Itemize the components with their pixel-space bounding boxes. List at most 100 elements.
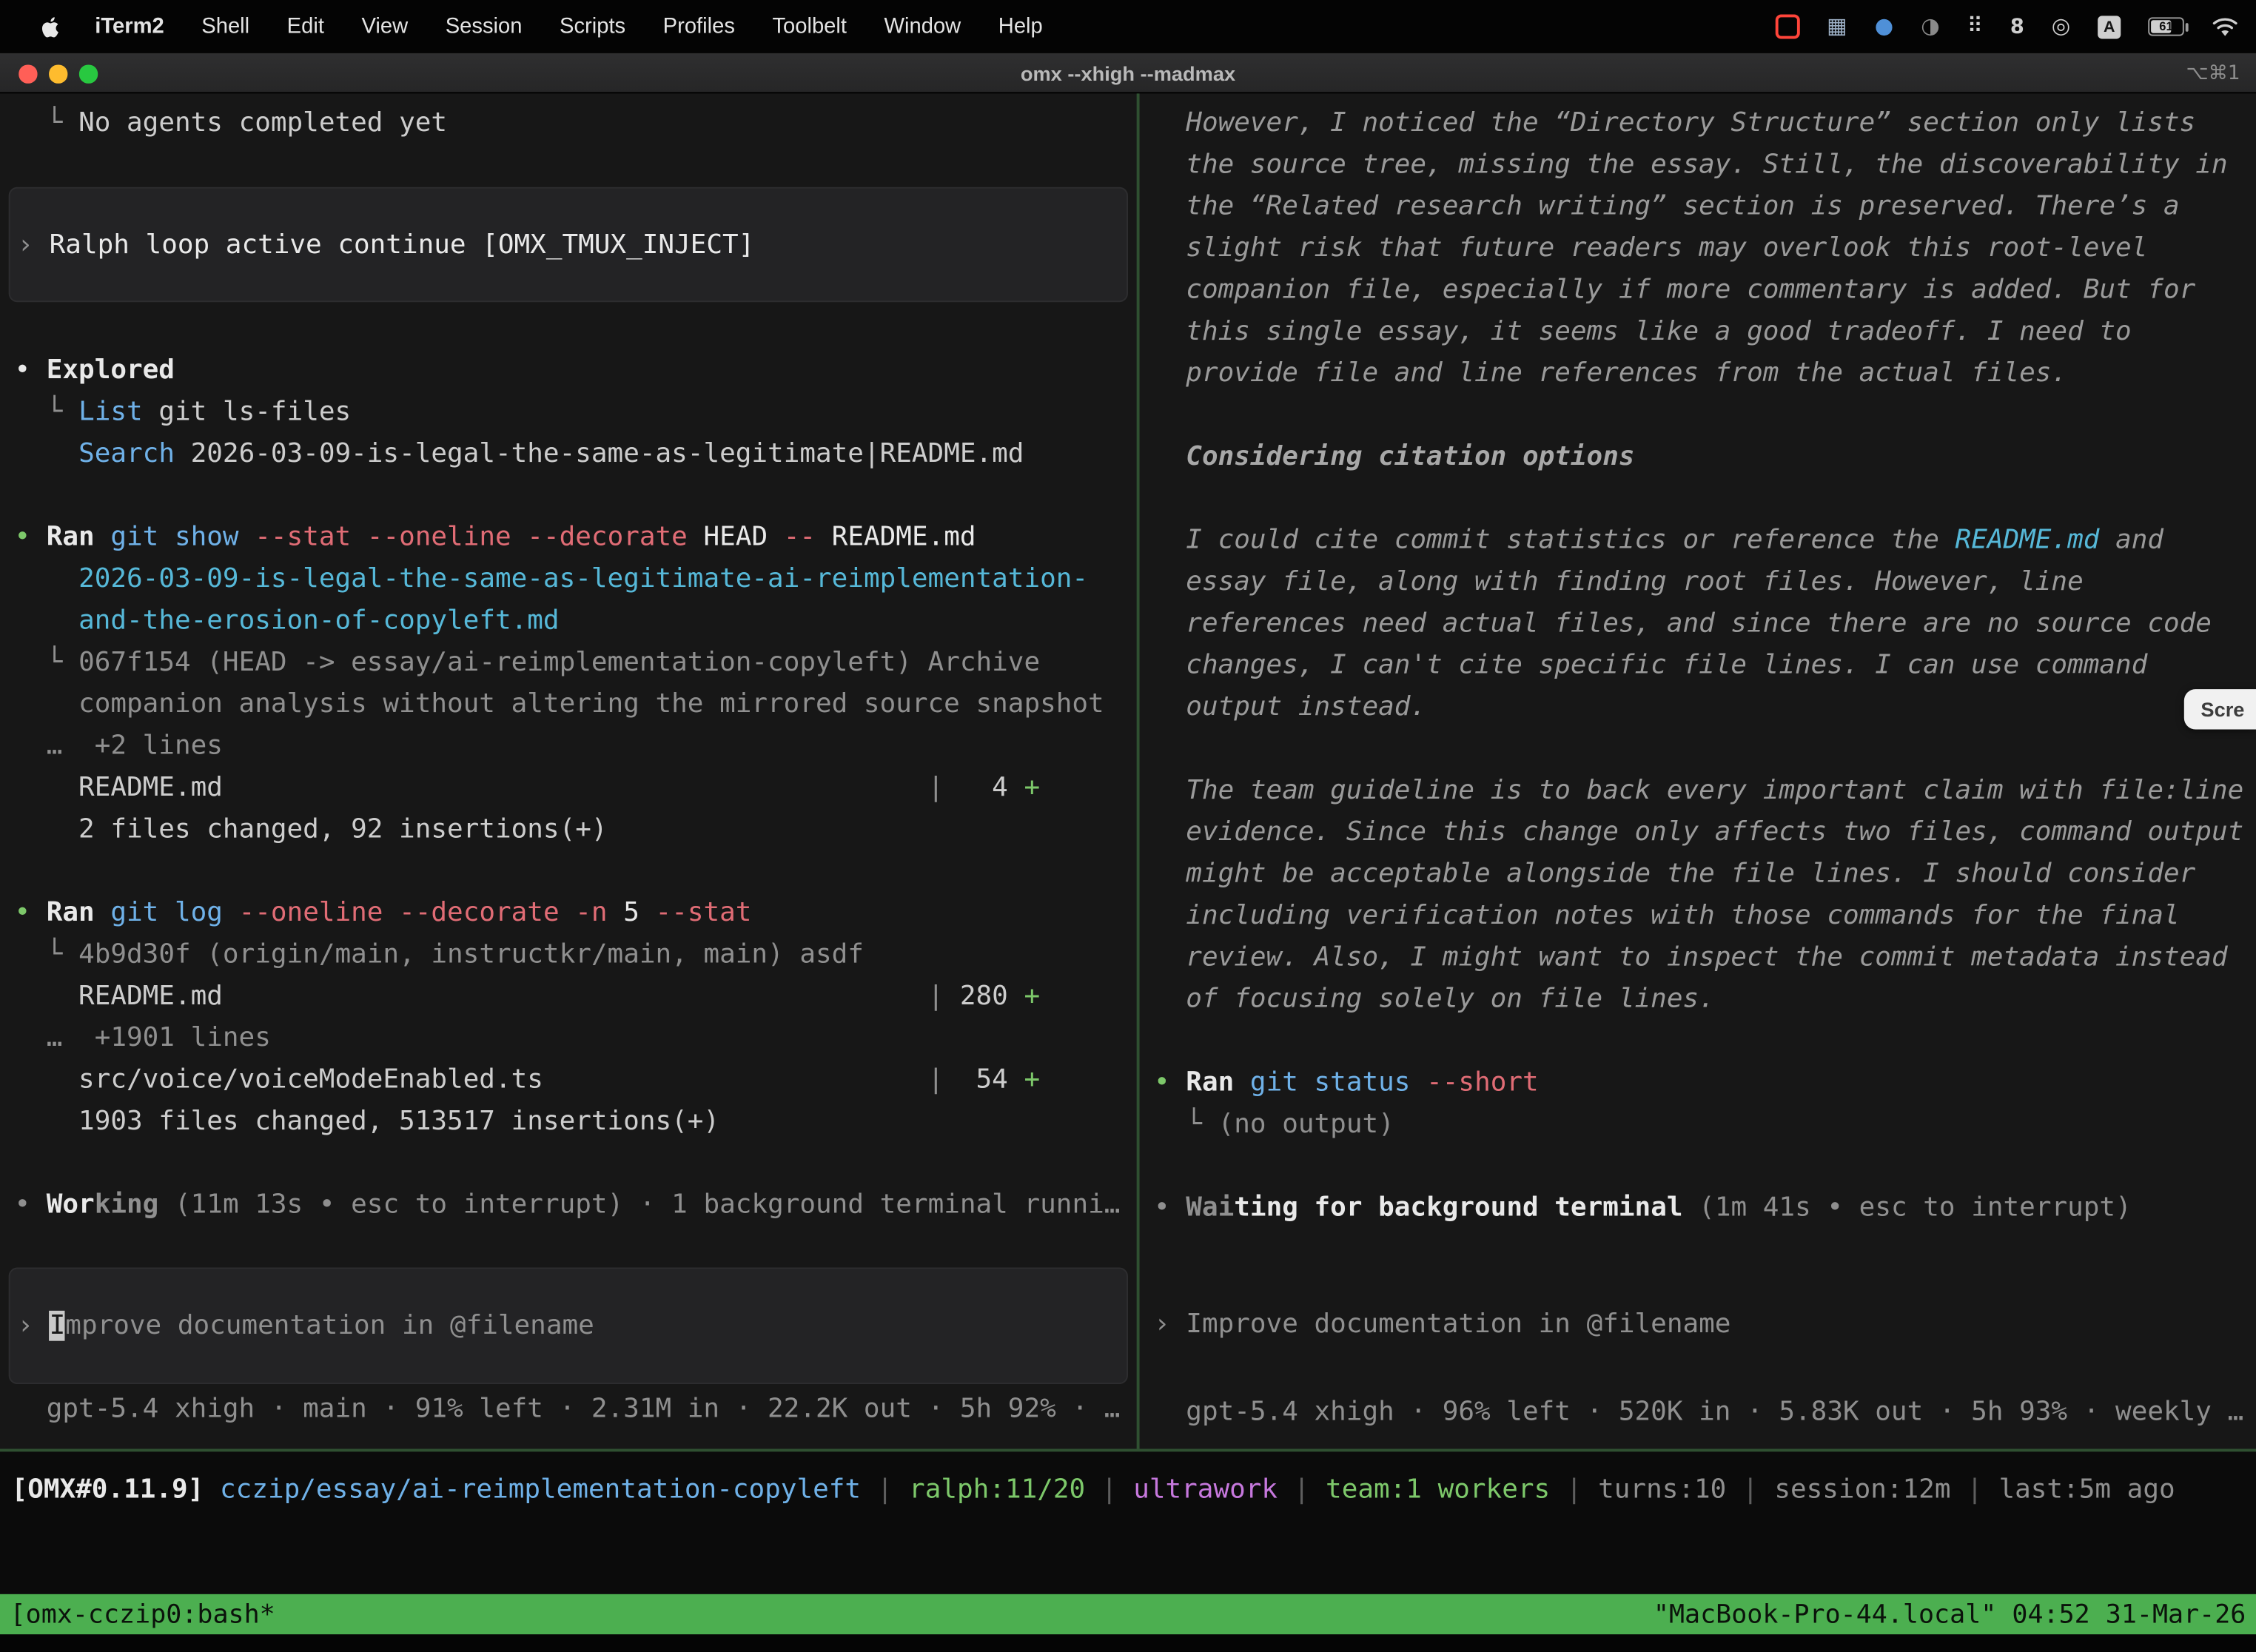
ring-icon[interactable]: ◎ bbox=[2052, 16, 2070, 37]
menu-shell[interactable]: Shell bbox=[183, 14, 268, 38]
text-segment: HEAD bbox=[688, 523, 784, 553]
text-segment: might be acceptable alongside the file l… bbox=[1154, 859, 2195, 889]
terminal-line: • Ran git log --oneline --decorate -n 5 … bbox=[0, 892, 1137, 933]
input-line: › Improve documentation in @filename bbox=[10, 1305, 594, 1346]
text-segment: (1m 41s • esc to interrupt) bbox=[1683, 1192, 2132, 1223]
text-segment: Wai bbox=[1186, 1192, 1234, 1223]
text-segment bbox=[95, 898, 111, 928]
menu-edit[interactable]: Edit bbox=[268, 14, 343, 38]
input-prompt: › bbox=[1154, 1309, 1186, 1340]
text-segment: git status bbox=[1250, 1067, 1411, 1098]
text-segment: └ bbox=[14, 939, 78, 970]
text-segment: -n bbox=[575, 898, 607, 928]
menu-session[interactable]: Session bbox=[426, 14, 540, 38]
text-segment: └ bbox=[1154, 1109, 1218, 1140]
moon-icon[interactable]: ◑ bbox=[1921, 16, 1939, 37]
text-segment: I could cite commit statistics or refere… bbox=[1154, 526, 1955, 556]
screen-overlay-button[interactable]: Scre bbox=[2183, 689, 2256, 729]
menu-toolbelt[interactable]: Toolbelt bbox=[753, 14, 865, 38]
terminal-line: … +2 lines bbox=[0, 725, 1137, 767]
battery-percent: 61 bbox=[2149, 19, 2183, 35]
text-segment: 54 bbox=[944, 1064, 1024, 1095]
terminal-line: └ (no output) bbox=[1140, 1104, 2256, 1145]
omx-status-line: [OMX#0.11.9] cczip/essay/ai-reimplementa… bbox=[0, 1451, 2256, 1511]
input-prompt: › bbox=[17, 1311, 49, 1341]
text-segment: provide file and line references from th… bbox=[1154, 358, 2067, 389]
text-segment: companion analysis without altering the … bbox=[14, 689, 1104, 719]
text-segment: king bbox=[95, 1190, 159, 1220]
right-model-status: gpt-5.4 xhigh · 96% left · 520K in · 5.8… bbox=[1140, 1391, 2256, 1433]
keyboard-dots-icon[interactable]: ⠿ bbox=[1967, 16, 1983, 37]
menu-view[interactable]: View bbox=[343, 14, 426, 38]
text-segment: | bbox=[861, 1474, 909, 1505]
text-segment: 067f154 (HEAD -> essay/ai-reimplementati… bbox=[78, 648, 1040, 678]
text-segment bbox=[204, 1474, 220, 1505]
figure-eight-icon[interactable]: 8 bbox=[2010, 16, 2024, 36]
text-segment: git show bbox=[110, 523, 238, 553]
right-pane[interactable]: However, I noticed the “Directory Struct… bbox=[1140, 93, 2256, 1448]
text-segment: including verification notes with those … bbox=[1154, 901, 2180, 931]
terminal-line: src/voice/voiceModeEnabled.ts | 54 + bbox=[0, 1059, 1137, 1101]
spacer bbox=[1140, 1346, 2256, 1387]
text-segment bbox=[223, 898, 239, 928]
menu-window[interactable]: Window bbox=[865, 14, 979, 38]
left-model-status: gpt-5.4 xhigh · main · 91% left · 2.31M … bbox=[0, 1389, 1137, 1430]
menu-profiles[interactable]: Profiles bbox=[644, 14, 753, 38]
spacer bbox=[1140, 1229, 2256, 1303]
text-segment: and bbox=[2099, 526, 2163, 556]
right-prompt-input[interactable]: › Improve documentation in @filename bbox=[1140, 1303, 2256, 1345]
text-segment: However, I noticed the “Directory Struct… bbox=[1154, 108, 2195, 138]
terminal-line: 2026-03-09-is-legal-the-same-as-legitima… bbox=[0, 558, 1137, 600]
apple-menu[interactable] bbox=[23, 15, 76, 38]
text-segment: changes, I can't cite specific file line… bbox=[1154, 651, 2147, 681]
text-segment: of focusing solely on file lines. bbox=[1154, 984, 1715, 1015]
window-title: omx --xhigh --madmax bbox=[1021, 61, 1235, 84]
banner-prompt: › bbox=[17, 229, 49, 260]
app-grid-icon[interactable]: ▦ bbox=[1827, 16, 1847, 37]
zoom-button[interactable] bbox=[79, 64, 97, 82]
text-segment: Explored bbox=[47, 355, 175, 386]
text-cursor: I bbox=[50, 1311, 66, 1341]
text-segment: slight risk that future readers may over… bbox=[1154, 233, 2147, 263]
text-segment: evidence. Since this change only affects… bbox=[1154, 817, 2243, 847]
terminal-line: └ List git ls-files bbox=[0, 392, 1137, 433]
minimize-button[interactable] bbox=[49, 64, 67, 82]
terminal-line: [OMX#0.11.9] cczip/essay/ai-reimplementa… bbox=[0, 1469, 2256, 1511]
blank-line bbox=[1140, 477, 2256, 519]
text-segment: Ran bbox=[1186, 1067, 1234, 1098]
text-segment: No agents completed yet bbox=[78, 108, 447, 138]
battery-icon[interactable]: 61 bbox=[2148, 17, 2184, 36]
terminal-line: README.md | 4 + bbox=[0, 767, 1137, 808]
left-prompt-input[interactable]: › Improve documentation in @filename bbox=[9, 1268, 1128, 1384]
banner-text: Ralph loop active continue [OMX_TMUX_INJ… bbox=[50, 229, 755, 260]
close-button[interactable] bbox=[19, 64, 36, 82]
menu-help[interactable]: Help bbox=[980, 14, 1062, 38]
text-segment: Considering citation options bbox=[1154, 442, 1635, 472]
input-source-icon[interactable]: A bbox=[2098, 15, 2121, 38]
terminal-line: companion file, especially if more comme… bbox=[1140, 269, 2256, 311]
menu-app-name[interactable]: iTerm2 bbox=[76, 14, 183, 38]
text-segment: | bbox=[543, 1064, 944, 1095]
text-segment: Search bbox=[78, 439, 175, 469]
screen-recording-icon[interactable] bbox=[1775, 14, 1799, 38]
text-segment: • bbox=[1154, 1067, 1186, 1098]
terminal-line: including verification notes with those … bbox=[1140, 895, 2256, 936]
text-segment: + bbox=[1024, 773, 1040, 803]
left-pane[interactable]: └ No agents completed yet › Ralph loop a… bbox=[0, 93, 1137, 1448]
text-segment: 1903 files changed, 513517 insertions(+) bbox=[14, 1107, 719, 1137]
text-segment bbox=[1410, 1067, 1426, 1098]
text-segment: README.md bbox=[14, 981, 222, 1012]
text-segment: └ bbox=[14, 648, 78, 678]
text-segment: the “Related research writing” section i… bbox=[1154, 192, 2180, 222]
wifi-icon[interactable] bbox=[2212, 16, 2239, 36]
omx-status-area: [OMX#0.11.9] cczip/essay/ai-reimplementa… bbox=[0, 1448, 2256, 1594]
left-pane-output: • Explored └ List git ls-files Search 20… bbox=[0, 349, 1137, 1226]
drop-icon[interactable]: ● bbox=[1875, 16, 1893, 37]
title-bar: omx --xhigh --madmax ⌥⌘1 bbox=[0, 53, 2256, 93]
menu-scripts[interactable]: Scripts bbox=[541, 14, 645, 38]
bottom-strip bbox=[0, 1634, 2256, 1651]
terminal-line: └ 4b9d30f (origin/main, instructkr/main,… bbox=[0, 934, 1137, 976]
text-segment: the source tree, missing the essay. Stil… bbox=[1154, 150, 2228, 180]
text-segment: • bbox=[14, 523, 46, 553]
terminal-line: the “Related research writing” section i… bbox=[1140, 186, 2256, 227]
